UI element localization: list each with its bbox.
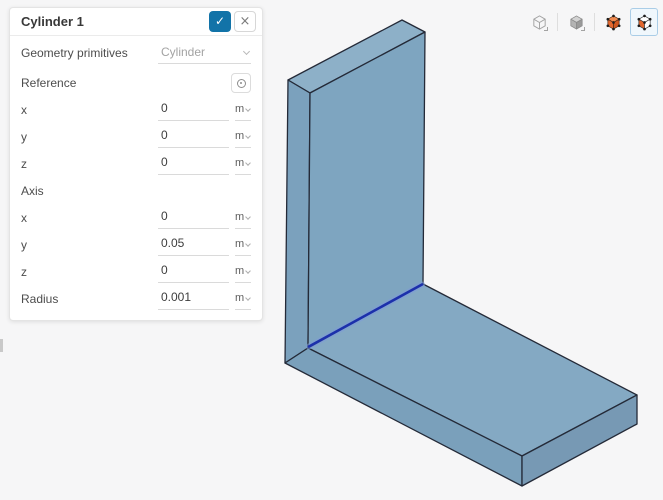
unit-dropdown[interactable]: m (235, 207, 251, 229)
reference-y-row: y m (10, 123, 262, 150)
geometry-primitives-row: Geometry primitives Cylinder (10, 36, 262, 70)
radius-input[interactable] (158, 288, 229, 310)
unit-label: m (235, 130, 244, 142)
unit-dropdown[interactable]: m (235, 261, 251, 283)
reference-label: Reference (21, 76, 158, 90)
model-face-vertical-side[interactable] (285, 80, 310, 363)
scrollbar-thumb[interactable] (0, 339, 3, 352)
application-window: { "panel": { "title": "Cylinder 1", "hea… (0, 0, 663, 500)
unit-dropdown[interactable]: m (235, 234, 251, 256)
field-label: z (21, 157, 158, 171)
panel-header: Cylinder 1 ✓ × (10, 8, 262, 36)
geometry-primitives-dropdown[interactable]: Cylinder (158, 42, 251, 64)
toolbar-divider (557, 13, 558, 31)
axis-section-row: Axis (10, 177, 262, 204)
unit-dropdown[interactable]: m (235, 153, 251, 175)
axis-section-label: Axis (21, 184, 44, 198)
chevron-down-icon (243, 48, 250, 55)
chevron-down-icon (245, 241, 251, 247)
unit-label: m (235, 292, 244, 304)
select-faces-button[interactable] (630, 8, 658, 36)
unit-label: m (235, 211, 244, 223)
more-options-icon (581, 27, 585, 31)
wireframe-view-button[interactable] (526, 8, 552, 36)
field-label: Radius (21, 292, 158, 306)
target-icon (237, 79, 246, 88)
reference-z-input[interactable] (158, 153, 229, 175)
chevron-down-icon (245, 214, 251, 220)
more-options-icon (544, 27, 548, 31)
chevron-down-icon (245, 133, 251, 139)
confirm-button[interactable]: ✓ (209, 11, 231, 32)
reference-row: Reference (10, 70, 262, 96)
toolbar-divider (594, 13, 595, 31)
unit-dropdown[interactable]: m (235, 288, 251, 310)
axis-z-row: z m (10, 258, 262, 285)
cylinder-settings-panel: Cylinder 1 ✓ × Geometry primitives Cylin… (9, 7, 263, 321)
axis-x-input[interactable] (158, 207, 229, 229)
solid-view-button[interactable] (563, 8, 589, 36)
reference-x-input[interactable] (158, 99, 229, 121)
reference-y-input[interactable] (158, 126, 229, 148)
field-label: x (21, 211, 158, 225)
face-select-cube-icon (636, 14, 653, 31)
chevron-down-icon (245, 268, 251, 274)
field-label: z (21, 265, 158, 279)
close-button[interactable]: × (234, 11, 256, 32)
axis-y-row: y m (10, 231, 262, 258)
field-label: y (21, 130, 158, 144)
select-volumes-button[interactable] (600, 8, 626, 36)
field-label: x (21, 103, 158, 117)
geometry-primitives-value: Cylinder (161, 45, 205, 59)
unit-label: m (235, 265, 244, 277)
unit-label: m (235, 103, 244, 115)
chevron-down-icon (245, 106, 251, 112)
chevron-down-icon (245, 160, 251, 166)
axis-x-row: x m (10, 204, 262, 231)
chevron-down-icon (245, 295, 251, 301)
geometry-primitives-label: Geometry primitives (21, 46, 158, 60)
reference-z-row: z m (10, 150, 262, 177)
unit-dropdown[interactable]: m (235, 126, 251, 148)
volume-select-cube-icon (605, 14, 622, 31)
unit-label: m (235, 157, 244, 169)
reference-x-row: x m (10, 96, 262, 123)
radius-row: Radius m (10, 285, 262, 312)
panel-title: Cylinder 1 (21, 14, 209, 29)
unit-label: m (235, 238, 244, 250)
unit-dropdown[interactable]: m (235, 99, 251, 121)
view-toolbar (524, 8, 660, 36)
axis-y-input[interactable] (158, 234, 229, 256)
field-label: y (21, 238, 158, 252)
axis-z-input[interactable] (158, 261, 229, 283)
reference-pick-button[interactable] (231, 73, 251, 93)
